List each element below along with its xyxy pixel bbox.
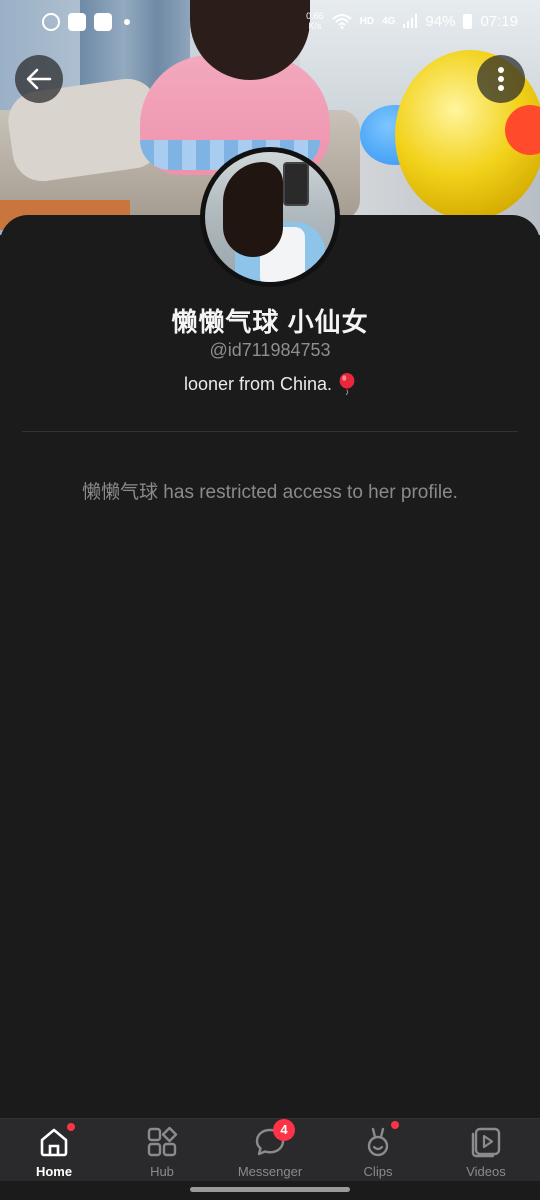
clips-notification-dot xyxy=(391,1121,399,1129)
speed-unit: K/s xyxy=(308,21,322,31)
profile-name: 懒懒气球 小仙女 xyxy=(171,307,369,337)
bio-text: looner from China. xyxy=(183,373,333,394)
more-vertical-icon xyxy=(498,67,504,91)
battery-icon xyxy=(463,13,473,29)
red-balloon-icon xyxy=(339,373,355,395)
videos-icon xyxy=(471,1127,501,1158)
nav-hub[interactable]: Hub xyxy=(112,1125,212,1179)
check-app-icon xyxy=(94,13,112,31)
sync-icon xyxy=(42,13,60,31)
profile-bio: looner from China. xyxy=(0,373,540,395)
status-indicators: 0.66 K/s HD 4G 94% 07:19 xyxy=(306,11,518,31)
speed-value: 0.66 xyxy=(306,11,324,21)
profile-handle: @id711984753 xyxy=(209,340,331,360)
clips-icon xyxy=(367,1127,389,1157)
more-options-button[interactable] xyxy=(477,55,525,103)
clock-time: 07:19 xyxy=(480,12,518,30)
notification-icons xyxy=(42,13,130,31)
gesture-handle[interactable] xyxy=(190,1187,350,1192)
arrow-left-icon xyxy=(26,68,52,90)
nav-clips[interactable]: Clips xyxy=(328,1121,428,1179)
hub-icon xyxy=(147,1126,178,1157)
messenger-unread-badge: 4 xyxy=(273,1119,295,1141)
nav-label-clips: Clips xyxy=(363,1164,393,1179)
avatar[interactable] xyxy=(200,147,340,287)
back-button[interactable] xyxy=(15,55,63,103)
nav-label-home: Home xyxy=(35,1164,73,1179)
network-type: 4G xyxy=(382,15,396,27)
nav-home[interactable]: Home xyxy=(4,1123,104,1179)
signal-icon xyxy=(403,14,418,28)
avatar-phone xyxy=(283,162,309,206)
shopping-bag-icon xyxy=(68,13,86,31)
avatar-photo xyxy=(205,152,335,282)
bottom-navigation: Home Hub 4 Messenger Clips Videos xyxy=(0,1118,540,1181)
status-bar: 0.66 K/s HD 4G 94% 07:19 xyxy=(0,0,540,44)
nav-label-videos: Videos xyxy=(466,1164,506,1179)
wifi-icon xyxy=(331,14,352,29)
nav-messenger[interactable]: 4 Messenger xyxy=(220,1119,320,1179)
home-notification-dot xyxy=(67,1123,75,1131)
network-speed: 0.66 K/s xyxy=(306,11,324,31)
restricted-message: 懒懒气球 has restricted access to her profil… xyxy=(82,482,458,503)
avatar-hair xyxy=(223,162,283,257)
nav-label-hub: Hub xyxy=(150,1164,174,1179)
nav-videos[interactable]: Videos xyxy=(436,1125,536,1179)
battery-percent: 94% xyxy=(425,12,456,30)
home-icon xyxy=(40,1128,68,1157)
nav-label-messenger: Messenger xyxy=(237,1164,303,1179)
hd-indicator: HD xyxy=(359,15,375,27)
more-notifications-dot xyxy=(124,19,130,25)
divider xyxy=(22,431,518,432)
